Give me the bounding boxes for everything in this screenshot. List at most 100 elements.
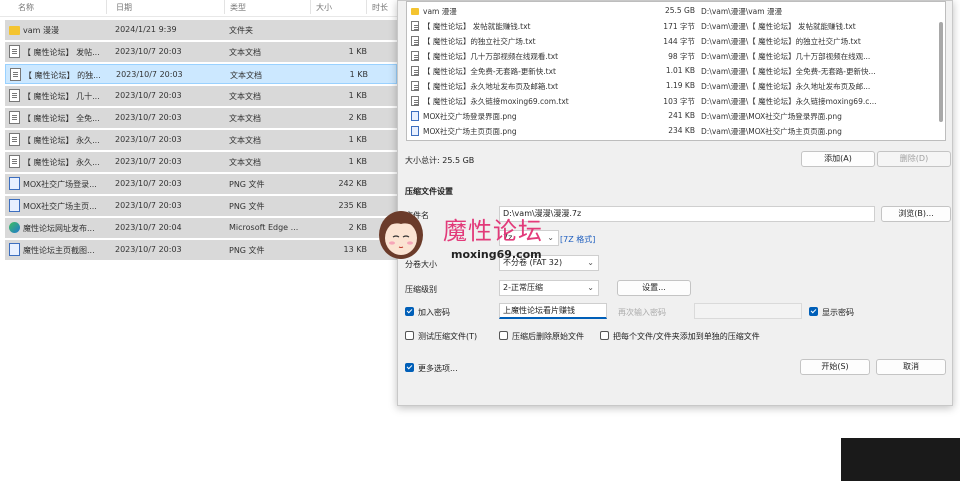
cancel-button[interactable]: 取消 bbox=[876, 359, 946, 375]
archive-settings-title: 压缩文件设置 bbox=[405, 187, 453, 196]
item-name: 【 魔性论坛】全免费-无套路-更新快.txt bbox=[423, 67, 556, 76]
text-file-icon bbox=[411, 21, 419, 31]
column-header-type[interactable]: 类型 bbox=[230, 2, 246, 13]
test-archive-checkbox[interactable] bbox=[405, 331, 414, 340]
text-file-icon bbox=[9, 89, 20, 102]
item-size: 25.5 GB bbox=[664, 6, 695, 15]
file-type: PNG 文件 bbox=[229, 180, 265, 189]
file-row[interactable]: 【 魔性论坛】 发帖... 2023/10/7 20:03 文本文档 1 KB bbox=[5, 42, 397, 62]
start-button[interactable]: 开始(S) bbox=[800, 359, 870, 375]
list-item[interactable]: 【 魔性论坛】永久链接moxing69.com.txt 103 字节 D:\va… bbox=[407, 95, 937, 107]
file-row[interactable]: MOX社交广场主页... 2023/10/7 20:03 PNG 文件 235 … bbox=[5, 196, 397, 216]
file-type: 文件夹 bbox=[229, 26, 253, 35]
separate-archive-label[interactable]: 把每个文件/文件夹添加到单独的压缩文件 bbox=[613, 331, 760, 342]
column-divider[interactable] bbox=[366, 0, 367, 14]
file-type: PNG 文件 bbox=[229, 246, 265, 255]
password-checkbox-label[interactable]: 加入密码 bbox=[418, 307, 450, 318]
file-size: 235 KB bbox=[338, 201, 367, 210]
file-name: 魔性论坛主页截图... bbox=[23, 246, 95, 255]
file-name: 【 魔性论坛】 发帖... bbox=[23, 48, 100, 57]
file-row[interactable]: 【 魔性论坛】 永久... 2023/10/7 20:03 文本文档 1 KB bbox=[5, 130, 397, 150]
file-size: 1 KB bbox=[348, 135, 367, 144]
more-options-checkbox[interactable] bbox=[405, 363, 414, 372]
text-file-icon bbox=[9, 155, 20, 168]
chevron-down-icon: ⌄ bbox=[587, 283, 594, 292]
text-file-icon bbox=[9, 45, 20, 58]
column-header-date[interactable]: 日期 bbox=[116, 2, 132, 13]
item-path: D:\vam\漫漫\【 魔性论坛】的独立社交广场.txt bbox=[701, 37, 861, 46]
delete-after-label[interactable]: 压缩后删除原始文件 bbox=[512, 331, 584, 342]
list-item[interactable]: vam 漫漫 25.5 GB D:\vam\漫漫\vam 漫漫 bbox=[407, 5, 937, 17]
forum-watermark: 魔性论坛 moxing69.com bbox=[375, 205, 605, 265]
file-name: MOX社交广场登录... bbox=[23, 180, 97, 189]
file-row[interactable]: MOX社交广场登录... 2023/10/7 20:03 PNG 文件 242 … bbox=[5, 174, 397, 194]
column-header-name[interactable]: 名称 bbox=[18, 2, 34, 13]
item-size: 241 KB bbox=[668, 111, 695, 120]
compression-level-select[interactable]: 2-正常压缩 ⌄ bbox=[499, 280, 599, 296]
column-header-duration[interactable]: 时长 bbox=[372, 2, 388, 13]
list-item[interactable]: 【 魔性论坛】 发帖就能赚钱.txt 171 字节 D:\vam\漫漫\【 魔性… bbox=[407, 20, 937, 32]
show-password-label[interactable]: 显示密码 bbox=[822, 307, 854, 318]
delete-button[interactable]: 删除(D) bbox=[877, 151, 951, 167]
column-header-size[interactable]: 大小 bbox=[316, 2, 332, 13]
list-item[interactable]: 【 魔性论坛】全免费-无套路-更新快.txt 1.01 KB D:\vam\漫漫… bbox=[407, 65, 937, 77]
file-row[interactable]: vam 漫漫 2024/1/21 9:39 文件夹 bbox=[5, 20, 397, 40]
watermark-text: 魔性论坛 bbox=[443, 217, 543, 245]
video-thumbnail bbox=[841, 438, 960, 481]
file-row[interactable]: 【 魔性论坛】 永久... 2023/10/7 20:03 文本文档 1 KB bbox=[5, 152, 397, 172]
settings-button[interactable]: 设置... bbox=[617, 280, 691, 296]
reenter-password-label: 再次输入密码 bbox=[618, 308, 666, 317]
png-file-icon bbox=[9, 243, 20, 256]
file-name: vam 漫漫 bbox=[23, 26, 59, 35]
png-file-icon bbox=[411, 111, 419, 121]
column-header-row: 名称 日期 类型 大小 时长 bbox=[0, 0, 400, 17]
item-path: D:\vam\漫漫\【 魔性论坛】永久链接moxing69.c... bbox=[701, 97, 877, 106]
reenter-password-field[interactable] bbox=[694, 303, 802, 319]
png-file-icon bbox=[9, 199, 20, 212]
file-type: PNG 文件 bbox=[229, 202, 265, 211]
file-size: 2 KB bbox=[348, 113, 367, 122]
browse-button[interactable]: 浏览(B)... bbox=[881, 206, 951, 222]
file-row[interactable]: 【 魔性论坛】 全免... 2023/10/7 20:03 文本文档 2 KB bbox=[5, 108, 397, 128]
file-name: 魔性论坛网址发布... bbox=[23, 224, 95, 233]
scrollbar-thumb[interactable] bbox=[939, 22, 943, 122]
item-path: D:\vam\漫漫\MOX社交广场主页页面.png bbox=[701, 127, 842, 136]
list-item[interactable]: 【 魔性论坛】的独立社交广场.txt 144 字节 D:\vam\漫漫\【 魔性… bbox=[407, 35, 937, 47]
file-size: 13 KB bbox=[343, 245, 367, 254]
file-type: 文本文档 bbox=[229, 92, 261, 101]
file-name: 【 魔性论坛】 几十... bbox=[23, 92, 100, 101]
separate-archive-checkbox[interactable] bbox=[600, 331, 609, 340]
delete-after-checkbox[interactable] bbox=[499, 331, 508, 340]
file-row[interactable]: 魔性论坛网址发布... 2023/10/7 20:04 Microsoft Ed… bbox=[5, 218, 397, 238]
file-date: 2023/10/7 20:03 bbox=[115, 179, 182, 188]
png-file-icon bbox=[411, 126, 419, 136]
list-item[interactable]: 【 魔性论坛】永久地址发布页及邮箱.txt 1.19 KB D:\vam\漫漫\… bbox=[407, 80, 937, 92]
more-options-label[interactable]: 更多选项... bbox=[418, 363, 458, 374]
column-divider[interactable] bbox=[224, 0, 225, 14]
list-item[interactable]: MOX社交广场主页页面.png 234 KB D:\vam\漫漫\MOX社交广场… bbox=[407, 125, 937, 137]
file-row[interactable]: 魔性论坛主页截图... 2023/10/7 20:03 PNG 文件 13 KB bbox=[5, 240, 397, 260]
text-file-icon bbox=[9, 133, 20, 146]
files-to-add-list[interactable]: vam 漫漫 25.5 GB D:\vam\漫漫\vam 漫漫 【 魔性论坛】 … bbox=[406, 1, 946, 141]
column-divider[interactable] bbox=[310, 0, 311, 14]
file-size: 1 KB bbox=[348, 91, 367, 100]
item-size: 171 字节 bbox=[663, 22, 695, 31]
file-date: 2023/10/7 20:03 bbox=[115, 245, 182, 254]
file-date: 2023/10/7 20:03 bbox=[115, 135, 182, 144]
file-row-selected[interactable]: 【 魔性论坛】 的独... 2023/10/7 20:03 文本文档 1 KB bbox=[5, 64, 397, 84]
list-item[interactable]: 【 魔性论坛】几十万部视频在线观看.txt 98 字节 D:\vam\漫漫\【 … bbox=[407, 50, 937, 62]
add-button[interactable]: 添加(A) bbox=[801, 151, 875, 167]
column-divider[interactable] bbox=[106, 0, 107, 14]
file-row[interactable]: 【 魔性论坛】 几十... 2023/10/7 20:03 文本文档 1 KB bbox=[5, 86, 397, 106]
folder-icon bbox=[411, 8, 419, 15]
test-archive-label[interactable]: 测试压缩文件(T) bbox=[418, 331, 477, 342]
list-scrollbar[interactable] bbox=[939, 4, 944, 140]
item-size: 103 字节 bbox=[663, 97, 695, 106]
text-file-icon bbox=[411, 36, 419, 46]
text-file-icon bbox=[411, 51, 419, 61]
item-size: 234 KB bbox=[668, 126, 695, 135]
show-password-checkbox[interactable] bbox=[809, 307, 818, 316]
list-item[interactable]: MOX社交广场登录界面.png 241 KB D:\vam\漫漫\MOX社交广场… bbox=[407, 110, 937, 122]
password-checkbox[interactable] bbox=[405, 307, 414, 316]
password-field[interactable]: 上魔性论坛看片赚钱 bbox=[499, 303, 607, 319]
